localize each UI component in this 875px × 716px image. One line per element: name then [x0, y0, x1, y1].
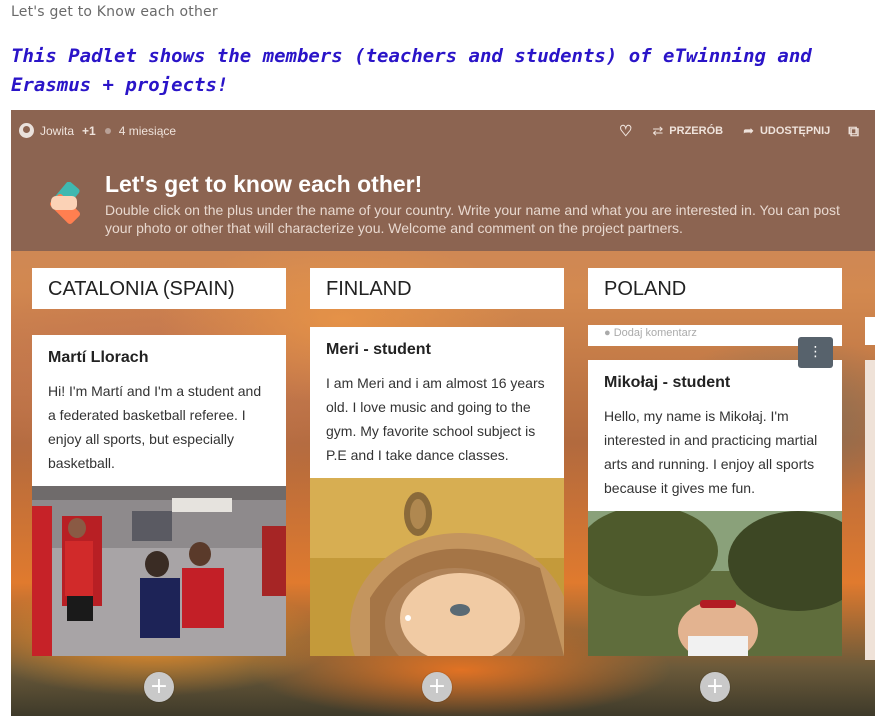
column-header-finland: FINLAND	[310, 268, 564, 309]
padlet-embed: Jowita +1 4 miesiące ♡ ⇄ PRZERÓB ➦ UDOST…	[11, 110, 875, 716]
author-info: Jowita +1 4 miesiące	[19, 123, 176, 138]
column-header-poland: POLAND	[588, 268, 842, 309]
share-label: UDOSTĘPNIJ	[759, 125, 831, 137]
external-link-icon[interactable]: ⧉	[848, 123, 859, 140]
share-button[interactable]: ➦ UDOSTĘPNIJ	[743, 123, 830, 139]
column-edge	[865, 317, 875, 345]
padlet-header: Jowita +1 4 miesiące ♡ ⇄ PRZERÓB ➦ UDOST…	[11, 110, 875, 251]
post-image-basketball[interactable]	[32, 486, 286, 656]
remake-button[interactable]: ⇄ PRZERÓB	[652, 123, 723, 139]
comment-placeholder: Dodaj komentarz	[613, 327, 697, 339]
post-title: Meri - student	[326, 341, 431, 358]
avatar[interactable]	[19, 123, 34, 138]
post-image-selfie[interactable]	[310, 478, 564, 656]
remake-label: PRZERÓB	[669, 125, 724, 137]
post-image-portrait[interactable]	[588, 511, 842, 656]
post-card[interactable]: Martí Llorach Hi! I'm Martí and I'm a st…	[32, 335, 286, 486]
handshake-icon	[49, 182, 81, 225]
page-headline: This Padlet shows the members (teachers …	[11, 45, 812, 96]
post-card[interactable]: Mikołaj - student Hello, my name is Miko…	[588, 360, 842, 511]
post-title: Mikołaj - student	[604, 374, 731, 391]
column-edge	[865, 360, 875, 660]
heart-icon[interactable]: ♡	[619, 122, 632, 140]
comment-icon: ●	[604, 327, 611, 339]
author-name[interactable]: Jowita	[40, 124, 74, 138]
column-header-catalonia: CATALONIA (SPAIN)	[32, 268, 286, 309]
separator-dot	[104, 127, 111, 134]
padlet-description: Double click on the plus under the name …	[105, 202, 840, 236]
post-body: Hello, my name is Mikołaj. I'm intereste…	[604, 408, 818, 496]
post-body: I am Meri and i am almost 16 years old. …	[326, 375, 545, 463]
add-post-button[interactable]: +	[144, 672, 174, 702]
page-title: Let's get to Know each other	[11, 4, 218, 20]
share-icon: ➦	[743, 123, 754, 138]
header-actions: ♡ ⇄ PRZERÓB ➦ UDOSTĘPNIJ ⧉	[619, 122, 859, 141]
add-post-button[interactable]: +	[422, 672, 452, 702]
padlet-title: Let's get to know each other!	[105, 171, 423, 197]
post-title: Martí Llorach	[48, 349, 149, 366]
padlet-age: 4 miesiące	[118, 123, 177, 138]
post-body: Hi! I'm Martí and I'm a student and a fe…	[48, 383, 262, 471]
remake-icon: ⇄	[652, 123, 664, 138]
post-card[interactable]: Meri - student I am Meri and i am almost…	[310, 327, 564, 478]
kebab-menu-icon[interactable]: ⋮	[798, 337, 833, 368]
contributors-count[interactable]: +1	[82, 124, 96, 138]
add-post-button[interactable]: +	[700, 672, 730, 702]
